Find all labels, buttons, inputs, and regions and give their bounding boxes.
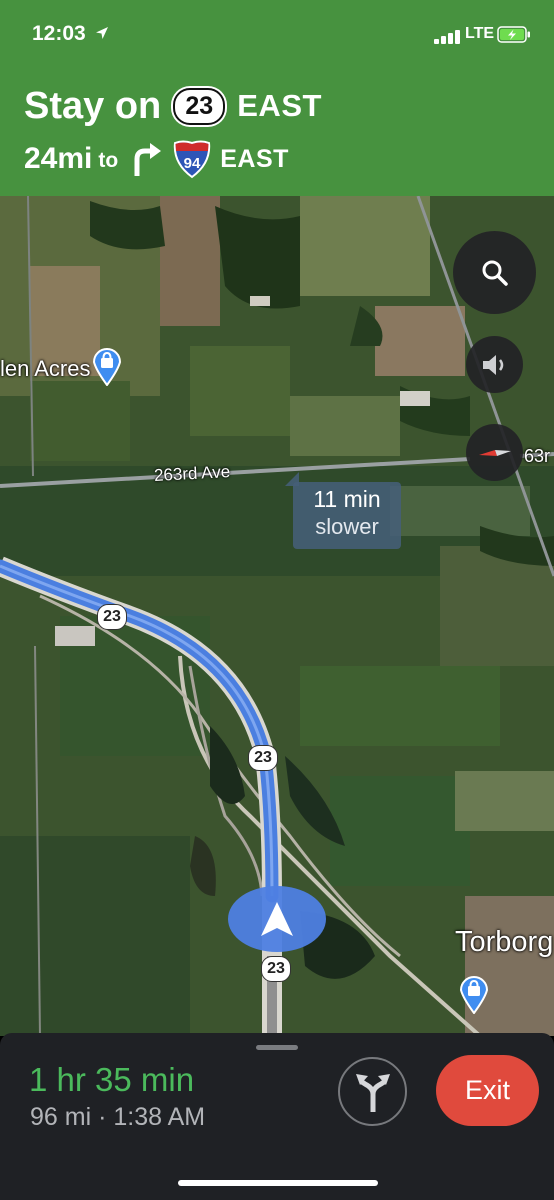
shopping-pin-icon[interactable] <box>458 974 490 1014</box>
road-label-263rd-ave: 263rd Ave <box>153 462 231 485</box>
place-label-torborg[interactable]: Torborg <box>455 926 553 959</box>
current-position-puck <box>228 886 326 952</box>
eta-duration: 1 hr 35 min <box>29 1061 195 1098</box>
navigation-banner: 12:03 LTE Stay on 23 EAST 24mi to 94 EAS… <box>0 0 554 196</box>
speaker-icon <box>482 354 503 375</box>
route-shield-23: 23 <box>261 956 291 982</box>
next-instruction: 24mi to 94 EAST <box>24 136 289 182</box>
traffic-callout-status: slower <box>315 514 379 539</box>
satellite-map[interactable]: len Acres Torborg 263rd Ave 63r 23 23 23… <box>0 196 554 1036</box>
interstate-shield-icon: 94 <box>174 140 211 179</box>
place-label-len-acres[interactable]: len Acres <box>0 356 91 382</box>
next-maneuver-to: to <box>98 149 119 172</box>
route-options-button[interactable] <box>338 1057 407 1126</box>
trip-separator: · <box>98 1103 107 1131</box>
instruction-direction: EAST <box>237 88 322 123</box>
network-type: LTE <box>465 25 495 42</box>
next-maneuver-distance: 24mi <box>24 142 93 175</box>
turn-right-icon <box>134 143 162 176</box>
trip-summary-sheet[interactable]: 1 hr 35 min 96 mi · 1:38 AM Exit <box>0 1033 554 1200</box>
fork-arrows-icon <box>355 1073 390 1112</box>
arrival-time: 1:38 AM <box>113 1103 206 1131</box>
cellular-signal-icon <box>434 30 462 44</box>
compass-icon <box>478 449 511 456</box>
sheet-grabber[interactable] <box>256 1045 298 1050</box>
location-arrow-icon <box>96 27 108 39</box>
traffic-callout-time: 11 min <box>313 486 381 512</box>
audio-button[interactable] <box>466 336 523 393</box>
current-instruction: Stay on 23 EAST <box>24 82 322 130</box>
instruction-action: Stay on <box>24 84 162 127</box>
route-shield-23: 23 <box>173 87 226 125</box>
route-shield-23: 23 <box>248 745 278 771</box>
shopping-pin-icon[interactable] <box>91 346 123 386</box>
road-label-263rd-ave-east: 63r <box>524 446 551 466</box>
next-route-number: 94 <box>184 155 201 172</box>
traffic-callout[interactable]: 11 min slower <box>293 482 401 549</box>
search-button[interactable] <box>453 231 536 314</box>
home-indicator[interactable] <box>178 1180 378 1186</box>
compass-button[interactable] <box>466 424 523 481</box>
route-shield-23: 23 <box>97 604 127 630</box>
navigation-arrow-icon <box>261 902 293 936</box>
battery-charging-icon <box>497 26 530 43</box>
exit-button[interactable]: Exit <box>436 1055 539 1126</box>
search-icon <box>482 260 508 286</box>
status-time: 12:03 <box>32 22 86 45</box>
trip-distance: 96 mi <box>30 1103 92 1131</box>
next-direction: EAST <box>220 144 289 173</box>
trip-details: 96 mi · 1:38 AM <box>30 1103 205 1132</box>
